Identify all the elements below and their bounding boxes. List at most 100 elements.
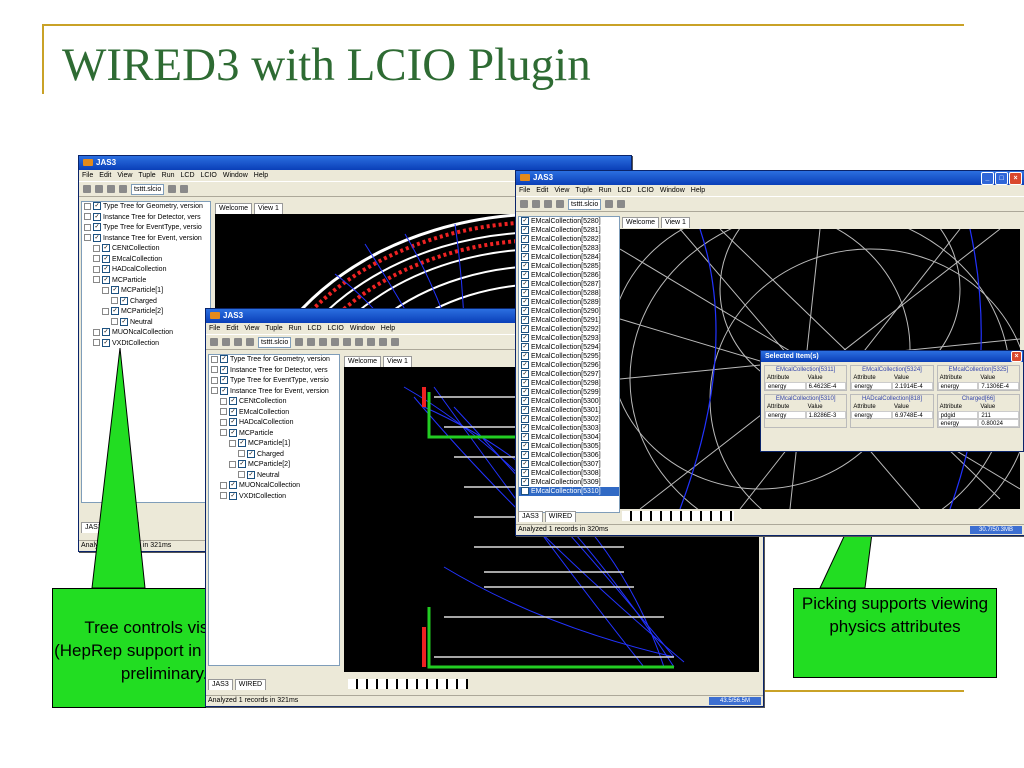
visibility-checkbox[interactable]: ✓	[229, 418, 237, 427]
tree-node[interactable]: ✓ EMcalCollection	[82, 254, 210, 266]
tree-node[interactable]: ✓ Charged	[209, 449, 339, 461]
visibility-checkbox[interactable]: ✓	[521, 271, 529, 280]
visibility-checkbox[interactable]: ✓	[247, 470, 255, 479]
visibility-checkbox[interactable]: ✓	[521, 334, 529, 343]
page-icon[interactable]	[107, 185, 115, 193]
collection-item[interactable]: ✓ EMcalCollection[5292]	[519, 325, 619, 334]
panel-title-bar[interactable]: Selected Item(s) ×	[761, 351, 1023, 362]
menu-tuple[interactable]: Tuple	[138, 172, 155, 179]
visibility-checkbox[interactable]: ✓	[521, 298, 529, 307]
tree-node[interactable]: ✓ MUONcalCollection	[82, 328, 210, 339]
visibility-checkbox[interactable]: ✓	[220, 386, 228, 395]
collection-item[interactable]: ✓ EMcalCollection[5288]	[519, 289, 619, 298]
visibility-checkbox[interactable]: ✓	[238, 460, 246, 469]
expand-toggle-icon[interactable]	[102, 307, 109, 315]
visibility-checkbox[interactable]: ✓	[220, 355, 228, 364]
back-icon[interactable]	[210, 338, 218, 346]
visibility-checkbox[interactable]: ✓	[120, 317, 128, 326]
tree-node[interactable]: ✓ VXDtCollection	[82, 338, 210, 350]
visibility-checkbox[interactable]: ✓	[521, 352, 529, 361]
event-tree[interactable]: ✓ Type Tree for Geometry, version ✓ Instanc…	[81, 201, 211, 503]
visibility-checkbox[interactable]: ✓	[521, 325, 529, 334]
collection-item[interactable]: ✓ EMcalCollection[5282]	[519, 235, 619, 244]
visibility-checkbox[interactable]: ✓	[102, 244, 110, 253]
collection-item[interactable]: ✓ EMcalCollection[5306]	[519, 451, 619, 460]
menu-run[interactable]: Run	[162, 172, 175, 179]
tree-node[interactable]: ✓ MCParticle	[209, 428, 339, 440]
collection-item[interactable]: ✓ EMcalCollection[5280]	[519, 217, 619, 226]
collection-item[interactable]: ✓ EMcalCollection[5309]	[519, 478, 619, 487]
tree-node[interactable]: ✓ Neutral	[209, 470, 339, 482]
tree-node[interactable]: ✓ MCParticle	[82, 275, 210, 287]
visibility-checkbox[interactable]: ✓	[247, 449, 255, 458]
expand-toggle-icon[interactable]	[211, 376, 218, 384]
visibility-checkbox[interactable]: ✓	[521, 217, 529, 226]
file-selector[interactable]: tsttt.slcio	[131, 183, 165, 195]
visibility-checkbox[interactable]: ✓	[521, 370, 529, 379]
visibility-checkbox[interactable]: ✓	[93, 223, 101, 232]
expand-toggle-icon[interactable]	[93, 339, 100, 347]
visibility-checkbox[interactable]: ✓	[102, 338, 110, 347]
collection-item[interactable]: ✓ EMcalCollection[5303]	[519, 424, 619, 433]
expand-toggle-icon[interactable]	[93, 276, 100, 284]
menu-window[interactable]: Window	[223, 172, 248, 179]
close-button[interactable]: ×	[1011, 351, 1022, 362]
visibility-checkbox[interactable]: ✓	[521, 253, 529, 262]
navigation-controls[interactable]	[348, 679, 468, 689]
title-bar[interactable]: JAS3 _ □ ×	[516, 171, 1024, 185]
visibility-checkbox[interactable]: ✓	[521, 460, 529, 469]
expand-toggle-icon[interactable]	[220, 418, 227, 426]
tab-view-1[interactable]: View 1	[254, 203, 283, 214]
visibility-checkbox[interactable]: ✓	[521, 316, 529, 325]
collection-item[interactable]: ✓ EMcalCollection[5297]	[519, 370, 619, 379]
expand-toggle-icon[interactable]	[211, 387, 218, 395]
menu-edit[interactable]: Edit	[226, 325, 238, 332]
visibility-checkbox[interactable]: ✓	[521, 451, 529, 460]
visibility-checkbox[interactable]: ✓	[111, 307, 119, 316]
menu-lcio[interactable]: LCIO	[638, 187, 654, 194]
visibility-checkbox[interactable]: ✓	[102, 275, 110, 284]
menu-lcd[interactable]: LCD	[181, 172, 195, 179]
home-icon[interactable]	[246, 338, 254, 346]
expand-toggle-icon[interactable]	[238, 450, 245, 458]
collection-item[interactable]: ✓ EMcalCollection[5293]	[519, 334, 619, 343]
visibility-checkbox[interactable]: ✓	[238, 439, 246, 448]
collection-item[interactable]: ✓ EMcalCollection[5304]	[519, 433, 619, 442]
menu-view[interactable]: View	[117, 172, 132, 179]
visibility-checkbox[interactable]: ✓	[93, 233, 101, 242]
collection-item[interactable]: ✓ EMcalCollection[5305]	[519, 442, 619, 451]
tree-node[interactable]: ✓ Type Tree for EventType, versio	[209, 376, 339, 387]
event-tree[interactable]: ✓ Type Tree for Geometry, version ✓ Instanc…	[208, 354, 340, 666]
expand-toggle-icon[interactable]	[84, 213, 91, 221]
home-icon[interactable]	[556, 200, 564, 208]
page-icon[interactable]	[234, 338, 242, 346]
step-icon[interactable]	[319, 338, 328, 346]
visibility-checkbox[interactable]: ✓	[521, 289, 529, 298]
play-icon[interactable]	[180, 185, 189, 193]
collection-item[interactable]: ✓ EMcalCollection[5284]	[519, 253, 619, 262]
redo-icon[interactable]	[355, 338, 364, 346]
collection-item[interactable]: ✓ EMcalCollection[5286]	[519, 271, 619, 280]
tree-node[interactable]: ✓ Instance Tree for Detector, vers	[82, 212, 210, 224]
copy-icon[interactable]	[379, 338, 388, 346]
visibility-checkbox[interactable]: ✓	[521, 244, 529, 253]
collection-item[interactable]: ✓ EMcalCollection[5300]	[519, 397, 619, 406]
tree-node[interactable]: ✓ MCParticle[1]	[209, 439, 339, 450]
back-icon[interactable]	[520, 200, 528, 208]
visibility-checkbox[interactable]: ✓	[521, 433, 529, 442]
visibility-checkbox[interactable]: ✓	[521, 379, 529, 388]
forward-icon[interactable]	[222, 338, 230, 346]
collection-item[interactable]: ✓ EMcalCollection[5299]	[519, 388, 619, 397]
menu-window[interactable]: Window	[350, 325, 375, 332]
menu-run[interactable]: Run	[289, 325, 302, 332]
visibility-checkbox[interactable]: ✓	[120, 296, 128, 305]
forward-icon[interactable]	[95, 185, 103, 193]
visibility-checkbox[interactable]: ✓	[220, 365, 228, 374]
visibility-checkbox[interactable]: ✓	[229, 491, 237, 500]
collection-item[interactable]: ✓ EMcalCollection[5308]	[519, 469, 619, 478]
tree-node[interactable]: ✓ MUONcalCollection	[209, 481, 339, 492]
tab-jas3[interactable]: JAS3	[81, 522, 106, 533]
tree-node[interactable]: ✓ VXDtCollection	[209, 491, 339, 503]
tree-node[interactable]: ✓ Type Tree for Geometry, version	[82, 202, 210, 213]
rewind-icon[interactable]	[168, 185, 177, 193]
